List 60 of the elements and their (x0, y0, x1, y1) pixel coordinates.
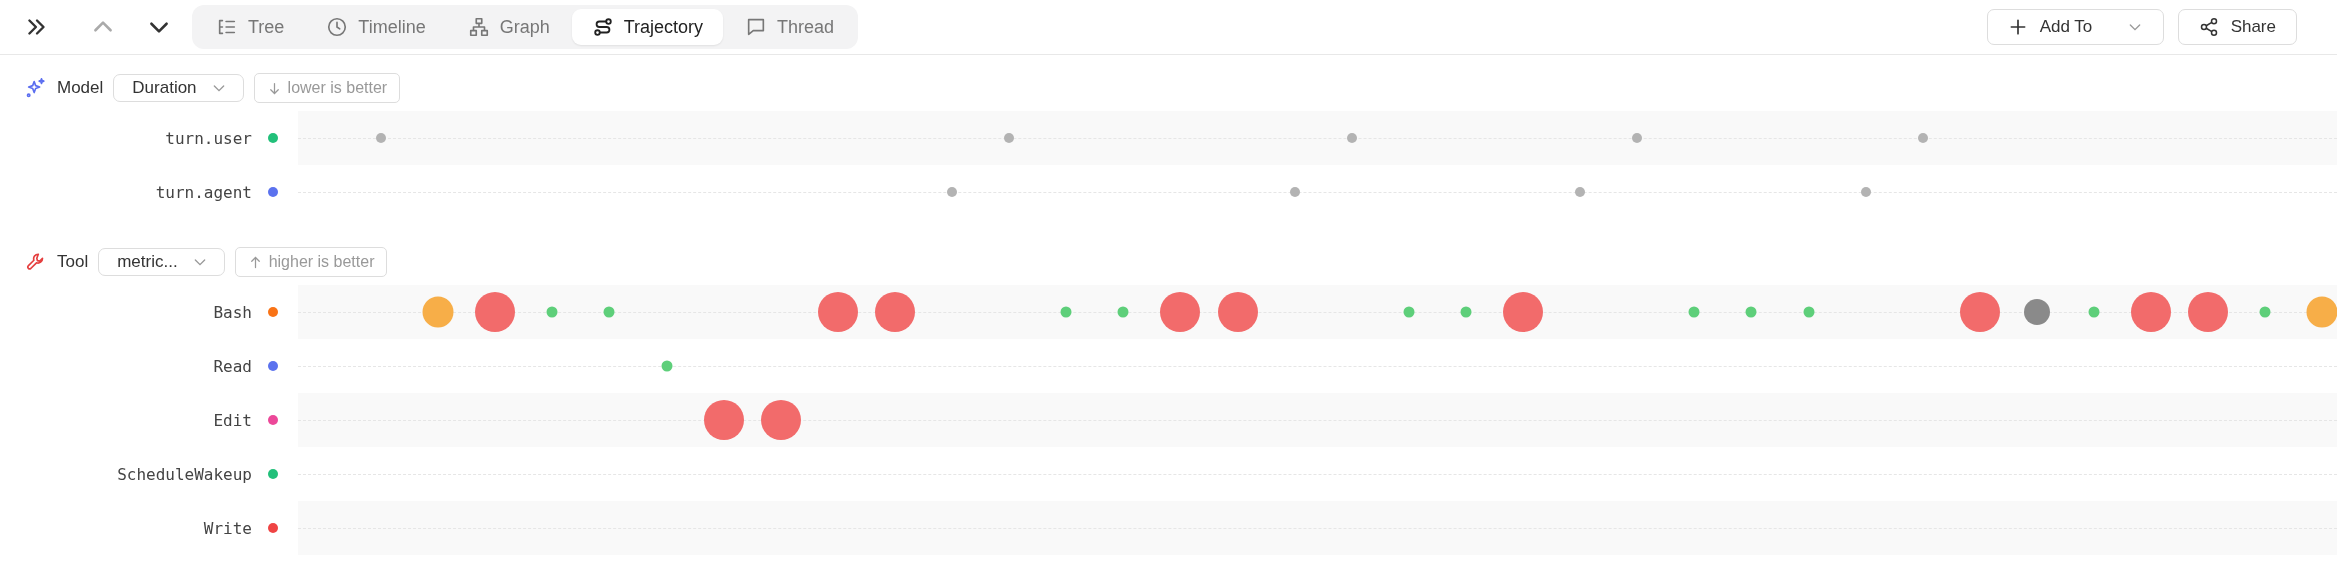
metric-dropdown[interactable]: metric... (98, 248, 225, 276)
hierarchy-icon (467, 16, 490, 38)
pass-marker[interactable] (2088, 306, 2100, 318)
pass-marker[interactable] (1460, 306, 1472, 318)
turn-marker[interactable] (947, 187, 957, 197)
pass-marker[interactable] (661, 360, 672, 372)
sort-hint-button[interactable]: higher is better (234, 247, 388, 277)
pass-marker[interactable] (1688, 306, 1700, 318)
turn-marker[interactable] (1004, 133, 1015, 143)
fail-marker[interactable] (1503, 292, 1543, 332)
fail-marker[interactable] (760, 400, 801, 440)
lane-label: Bash (213, 302, 252, 322)
turn-marker[interactable] (1575, 187, 1586, 197)
pass-marker[interactable] (546, 306, 558, 318)
warning-marker[interactable] (422, 296, 454, 328)
view-tab[interactable]: Thread (725, 9, 855, 45)
metric-dropdown[interactable]: Duration (113, 74, 244, 102)
pass-marker[interactable] (1403, 306, 1415, 318)
sparkle-icon (25, 77, 47, 99)
pass-marker[interactable] (2259, 306, 2271, 318)
pass-marker[interactable] (1060, 306, 1072, 318)
view-tab[interactable]: Timeline (306, 9, 446, 45)
view-tab[interactable]: Graph (447, 9, 570, 45)
turn-marker[interactable] (1346, 133, 1357, 143)
pass-marker[interactable] (603, 306, 615, 318)
clock-icon (326, 16, 349, 38)
turn-marker[interactable] (1860, 187, 1871, 197)
turn-marker[interactable] (376, 133, 386, 143)
lane-label: turn.user (165, 128, 252, 148)
turn-marker[interactable] (1632, 133, 1643, 143)
pass-marker[interactable] (1745, 306, 1757, 318)
lane-label: turn.agent (155, 182, 252, 202)
sort-hint-button[interactable]: lower is better (253, 73, 401, 103)
route-icon (591, 16, 614, 38)
fail-marker[interactable] (2131, 292, 2172, 332)
section-title: Tool (57, 252, 89, 272)
share-button[interactable]: Share (2177, 9, 2297, 45)
turn-marker[interactable] (1917, 133, 1928, 143)
warning-marker[interactable] (2306, 296, 2337, 328)
turn-marker[interactable] (1289, 187, 1300, 197)
lane-label: Read (213, 356, 252, 376)
lane-label: ScheduleWakeup (117, 464, 252, 484)
view-tab[interactable]: Tree (196, 9, 305, 45)
fail-marker[interactable] (874, 292, 915, 332)
view-tab[interactable]: Trajectory (571, 9, 724, 45)
lane-label: Write (203, 518, 252, 538)
fail-marker[interactable] (703, 400, 744, 440)
fail-marker[interactable] (2188, 292, 2229, 332)
fail-marker[interactable] (1959, 292, 2000, 332)
pass-marker[interactable] (1803, 306, 1814, 318)
fail-marker[interactable] (1160, 292, 1201, 332)
fail-marker[interactable] (1217, 292, 1258, 332)
add-to-button[interactable]: Add To (1986, 9, 2164, 45)
lane-label: Edit (213, 410, 252, 430)
pass-marker[interactable] (1117, 306, 1129, 318)
fail-marker[interactable] (475, 292, 516, 332)
section-title: Model (57, 78, 104, 98)
neutral-marker[interactable] (2023, 299, 2050, 325)
share-icon (2198, 17, 2219, 37)
fail-marker[interactable] (817, 292, 858, 332)
